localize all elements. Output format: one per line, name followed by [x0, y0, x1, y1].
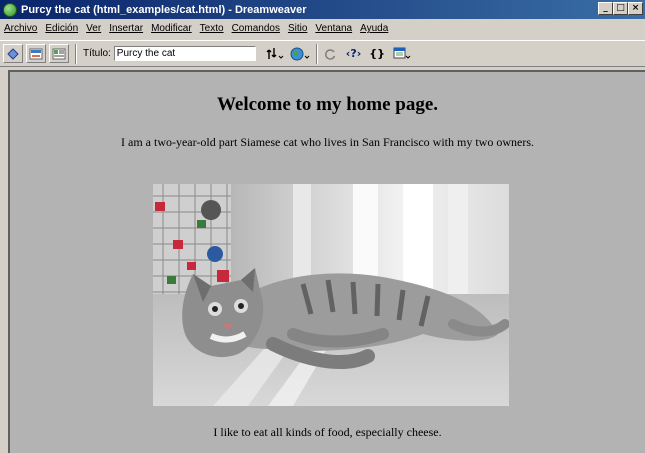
menu-texto[interactable]: Texto: [196, 23, 228, 34]
code-view-button[interactable]: [3, 44, 23, 63]
intro-paragraph: I am a two-year-old part Siamese cat who…: [121, 135, 534, 149]
design-view-icon: [52, 48, 66, 59]
window-title: Purcy the cat (html_examples/cat.html) -…: [21, 3, 307, 16]
cat-photo-image: [153, 184, 509, 406]
title-bar[interactable]: Purcy the cat (html_examples/cat.html) -…: [0, 0, 645, 19]
menu-comandos[interactable]: Comandos: [228, 23, 284, 34]
reference-icon[interactable]: {}: [369, 47, 385, 60]
preview-in-browser-icon[interactable]: [290, 47, 310, 61]
split-view-icon: [29, 48, 43, 59]
minimize-button[interactable]: _: [598, 2, 613, 15]
menu-ventana[interactable]: Ventana: [311, 23, 356, 34]
menu-ayuda[interactable]: Ayuda: [356, 23, 392, 34]
food-paragraph: I like to eat all kinds of food, especia…: [213, 425, 442, 439]
menu-edicion[interactable]: Edición: [41, 23, 82, 34]
split-view-button[interactable]: [26, 44, 46, 63]
view-options-glyph: [393, 47, 411, 59]
maximize-button[interactable]: □: [613, 2, 628, 15]
refresh-icon[interactable]: [324, 48, 336, 60]
refresh-glyph: [324, 48, 335, 60]
toolbar-separator-2: [315, 43, 318, 64]
close-button[interactable]: ×: [628, 2, 643, 15]
view-options-icon[interactable]: [393, 47, 411, 61]
menu-sitio[interactable]: Sitio: [284, 23, 311, 34]
window-controls: _ □ ×: [598, 2, 643, 15]
code-navigation-icon[interactable]: ‹?›: [346, 47, 361, 60]
file-management-glyph: [266, 48, 284, 59]
file-management-icon[interactable]: [266, 47, 286, 60]
document-toolbar: Título: ‹?› {}: [0, 40, 645, 67]
dreamweaver-app-icon[interactable]: [3, 2, 17, 17]
code-view-icon: [7, 47, 19, 60]
page-heading: Welcome to my home page.: [216, 94, 439, 115]
cat-photo[interactable]: [153, 184, 509, 406]
dreamweaver-window: Purcy the cat (html_examples/cat.html) -…: [0, 0, 645, 453]
page-title-input[interactable]: [113, 46, 256, 61]
document-window[interactable]: Welcome to my home page. I am a two-year…: [8, 70, 645, 453]
menu-insertar[interactable]: Insertar: [105, 23, 147, 34]
menu-bar: Archivo Edición Ver Insertar Modificar T…: [0, 19, 645, 38]
title-label: Título:: [83, 48, 111, 59]
globe-icon: [290, 47, 310, 60]
design-view-button[interactable]: [49, 44, 69, 63]
menu-ver[interactable]: Ver: [82, 23, 105, 34]
menu-modificar[interactable]: Modificar: [147, 23, 196, 34]
menu-archivo[interactable]: Archivo: [0, 23, 41, 34]
toolbar-separator: [75, 43, 77, 64]
